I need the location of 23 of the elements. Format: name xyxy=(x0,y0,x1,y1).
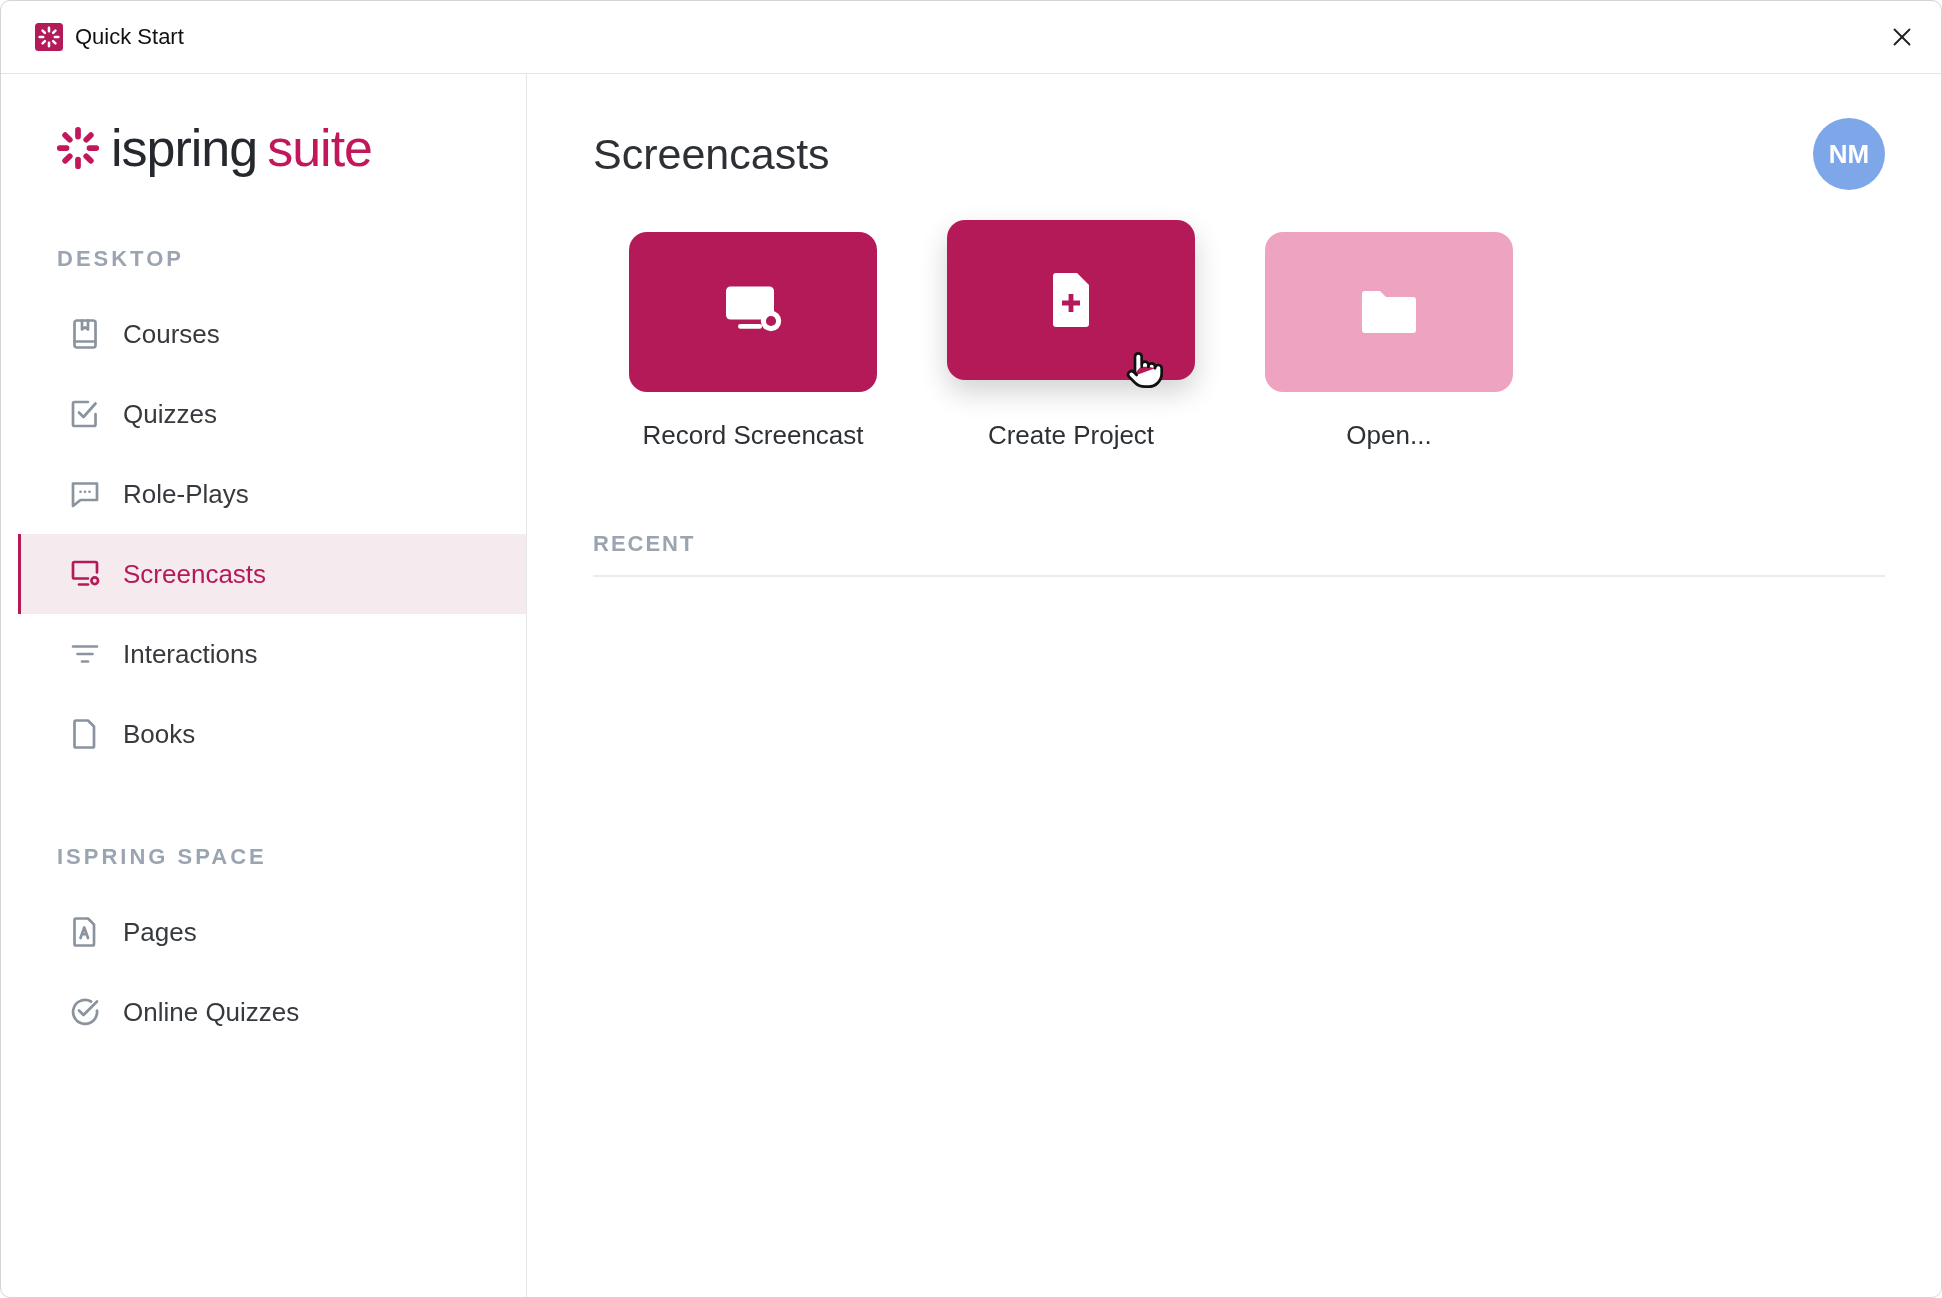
app-logo-icon xyxy=(35,23,63,51)
logo-icon xyxy=(55,125,101,171)
sidebar-item[interactable]: Role-Plays xyxy=(18,454,526,534)
sidebar-item[interactable]: Pages xyxy=(18,892,526,972)
sidebar-item[interactable]: Books xyxy=(18,694,526,774)
tile-label: Create Project xyxy=(987,420,1155,451)
pointer-cursor-icon xyxy=(1125,350,1165,390)
action-tile[interactable] xyxy=(629,232,877,392)
tile-label: Record Screencast xyxy=(642,420,864,451)
section-heading: RECENT xyxy=(593,531,1885,577)
sidebar-item[interactable]: Quizzes xyxy=(18,374,526,454)
sidebar-item[interactable]: Interactions xyxy=(18,614,526,694)
sidebar-item[interactable]: Screencasts xyxy=(18,534,526,614)
logo-text: ispring xyxy=(111,118,258,178)
page-title: Screencasts xyxy=(593,129,830,179)
tile-label: Open... xyxy=(1346,420,1432,451)
sidebar-item[interactable]: Online Quizzes xyxy=(18,972,526,1052)
window-title: Quick Start xyxy=(75,24,185,50)
section-heading: ISPRING SPACE xyxy=(56,844,268,870)
logo-text: suite xyxy=(267,118,373,178)
action-tile[interactable] xyxy=(1265,232,1513,392)
section-heading: DESKTOP xyxy=(56,246,185,272)
sidebar-item[interactable]: Courses xyxy=(18,294,526,374)
